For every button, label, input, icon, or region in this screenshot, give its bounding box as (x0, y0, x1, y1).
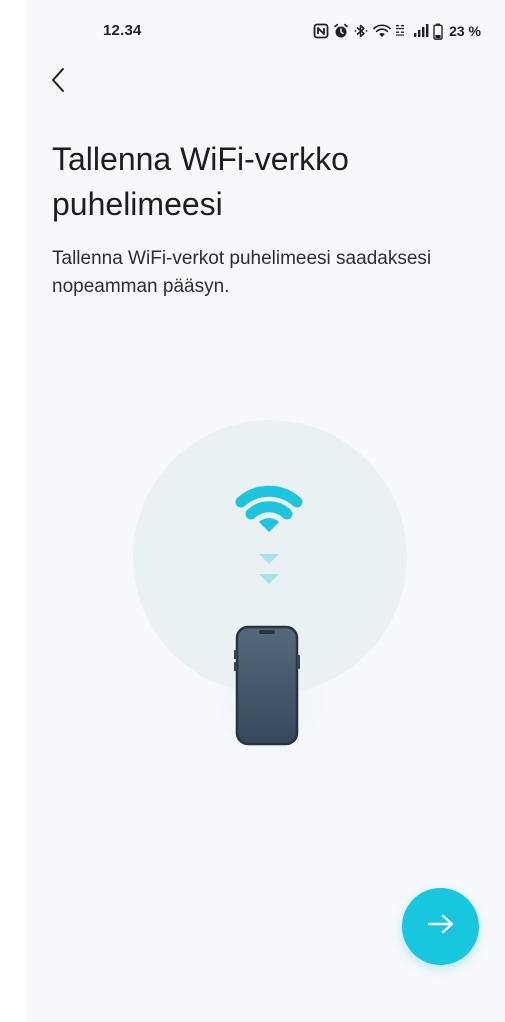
signal-icon (413, 23, 429, 39)
next-button[interactable] (402, 888, 479, 965)
bluetooth-icon (353, 23, 369, 39)
alarm-icon (333, 23, 349, 39)
status-time: 12.34 (103, 22, 142, 39)
page-title: Tallenna WiFi-verkko puhelimeesi (52, 141, 349, 222)
arrow-right-icon (426, 913, 456, 940)
status-icons: 23 % (313, 21, 481, 41)
back-button[interactable] (39, 62, 79, 102)
page-subtitle: Tallenna WiFi-verkot puhelimeesi saadaks… (52, 248, 432, 297)
app-screen: 12.34 23 % Tallenna WiFi-verkko puhelime… (27, 0, 505, 1022)
phone-icon (234, 625, 300, 746)
battery-percent: 23 % (449, 23, 481, 39)
chevron-left-icon (49, 66, 69, 99)
battery-icon (433, 23, 443, 40)
wifi-phone-illustration (131, 420, 409, 760)
volte-icon (395, 23, 409, 39)
wifi-icon (373, 23, 391, 39)
status-bar: 12.34 23 % (27, 0, 505, 62)
nfc-icon (313, 23, 329, 39)
